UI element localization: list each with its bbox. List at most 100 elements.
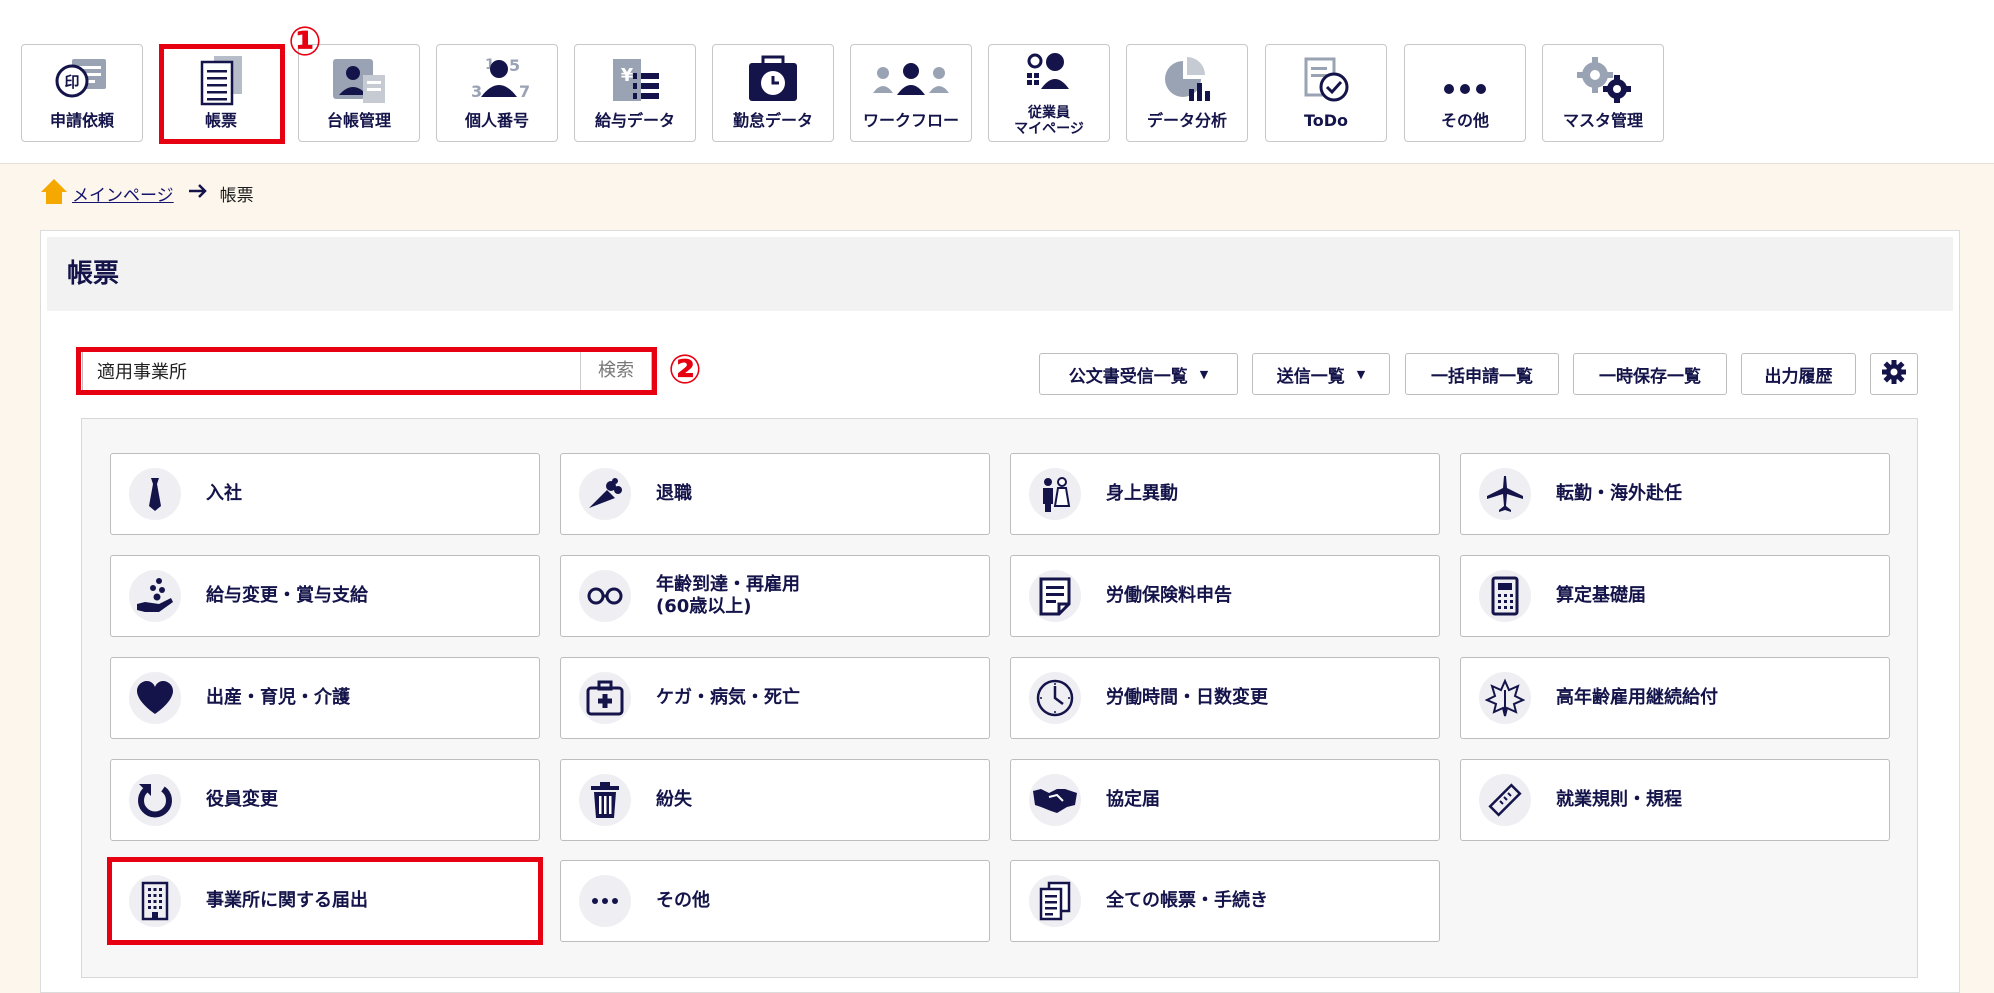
category-tile[interactable]: 出産・育児・介護: [110, 657, 540, 739]
breadcrumb: メインページ 帳票: [40, 178, 254, 208]
form-icon: [1029, 570, 1081, 622]
refresh-icon: [129, 774, 181, 826]
nav-label: ワークフロー: [862, 111, 959, 130]
nav-request[interactable]: 印 申請依頼: [21, 44, 143, 142]
nav-label: 帳票: [204, 111, 237, 130]
category-tile[interactable]: 転勤・海外赴任: [1460, 453, 1890, 535]
nav-workflow[interactable]: ワークフロー: [850, 44, 972, 142]
document-icon: [161, 55, 281, 106]
svg-text:印: 印: [64, 73, 79, 91]
caret-down-icon: ▼: [1199, 367, 1209, 381]
category-label: ケガ・病気・死亡: [656, 687, 800, 708]
category-label: その他: [656, 890, 710, 911]
search-input[interactable]: [83, 351, 583, 391]
more-icon: [1405, 55, 1525, 105]
coins-hand-icon: [129, 570, 181, 622]
caret-down-icon: ▼: [1356, 367, 1366, 381]
category-tile[interactable]: 算定基礎届: [1460, 555, 1890, 637]
nav-label: 申請依頼: [49, 111, 114, 130]
category-tile[interactable]: 全ての帳票・手続き: [1010, 860, 1440, 942]
handshake-icon: [1029, 774, 1081, 826]
workflow-icon: [851, 55, 971, 105]
documents-icon: [1029, 875, 1081, 927]
category-tile[interactable]: 労働保険料申告: [1010, 555, 1440, 637]
category-tile[interactable]: 高年齢雇用継続給付: [1460, 657, 1890, 739]
nav-analytics[interactable]: データ分析: [1126, 44, 1248, 142]
nav-attendance[interactable]: 勤怠データ: [712, 44, 834, 142]
leaf-icon: [1479, 672, 1531, 724]
nav-todo[interactable]: ToDo: [1265, 44, 1387, 142]
settings-button[interactable]: [1870, 353, 1918, 395]
category-tile[interactable]: 就業規則・規程: [1460, 759, 1890, 841]
output-history-button[interactable]: 出力履歴: [1741, 353, 1856, 395]
received-label: 公文書受信一覧: [1068, 366, 1188, 387]
category-tile[interactable]: 役員変更: [110, 759, 540, 841]
chart-icon: [1127, 55, 1247, 105]
category-label: 役員変更: [206, 789, 278, 810]
arrow-right-icon: [188, 183, 208, 204]
category-tile[interactable]: 身上異動: [1010, 453, 1440, 535]
annotation-marker-2: ②: [668, 347, 702, 393]
todo-icon: [1266, 55, 1386, 105]
nav-other[interactable]: その他: [1404, 44, 1526, 142]
svg-text:¥: ¥: [621, 65, 634, 86]
building-icon: [129, 875, 181, 927]
bulk-request-list-button[interactable]: 一括申請一覧: [1405, 353, 1559, 395]
nav-label: 個人番号: [464, 111, 529, 130]
svg-text:3: 3: [471, 82, 482, 101]
sent-label: 送信一覧: [1276, 366, 1345, 387]
panel-header: 帳票: [47, 237, 1953, 311]
person-number-icon: 1537: [437, 55, 557, 105]
temp-saved-list-button[interactable]: 一時保存一覧: [1573, 353, 1727, 395]
category-tile[interactable]: 協定届: [1010, 759, 1440, 841]
glasses-icon: [579, 570, 631, 622]
received-documents-dropdown[interactable]: 公文書受信一覧 ▼: [1039, 353, 1238, 395]
category-label: 事業所に関する届出: [206, 890, 368, 911]
nav-forms[interactable]: 帳票: [160, 44, 282, 142]
salary-icon: ¥: [575, 55, 695, 105]
category-label: 労働保険料申告: [1106, 585, 1232, 606]
search-button[interactable]: 検索: [580, 351, 651, 391]
nav-personal-number[interactable]: 1537 個人番号: [436, 44, 558, 142]
calculator-icon: [1479, 570, 1531, 622]
category-tile[interactable]: ケガ・病気・死亡: [560, 657, 990, 739]
nav-employee-page[interactable]: 従業員 マイページ: [988, 44, 1110, 142]
category-label: 転勤・海外赴任: [1556, 483, 1682, 504]
category-tile[interactable]: 事業所に関する届出: [110, 860, 540, 942]
category-tile[interactable]: その他: [560, 860, 990, 942]
nav-salary[interactable]: ¥ 給与データ: [574, 44, 696, 142]
category-tile[interactable]: 紛失: [560, 759, 990, 841]
airplane-icon: [1479, 468, 1531, 520]
nav-label: ToDo: [1303, 111, 1349, 130]
category-tile[interactable]: 退職: [560, 453, 990, 535]
nav-label: 従業員 マイページ: [1014, 105, 1084, 137]
breadcrumb-current: 帳票: [219, 185, 254, 206]
nav-label: その他: [1440, 111, 1489, 130]
category-label: 身上異動: [1106, 483, 1178, 504]
category-tile[interactable]: 給与変更・賞与支給: [110, 555, 540, 637]
category-label: 高年齢雇用継続給付: [1556, 687, 1718, 708]
couple-icon: [1029, 468, 1081, 520]
bouquet-icon: [579, 468, 631, 520]
category-label: 就業規則・規程: [1556, 789, 1682, 810]
sent-list-dropdown[interactable]: 送信一覧 ▼: [1252, 353, 1390, 395]
nav-label: 勤怠データ: [732, 111, 813, 130]
category-label: 年齢到達・再雇用 (60歳以上): [656, 574, 800, 617]
category-label: 算定基礎届: [1556, 585, 1646, 606]
category-label: 給与変更・賞与支給: [206, 585, 368, 606]
nav-label: データ分析: [1146, 111, 1227, 130]
category-label: 協定届: [1106, 789, 1160, 810]
category-label: 労働時間・日数変更: [1106, 687, 1268, 708]
heart-icon: [129, 672, 181, 724]
gear-icon: [1881, 359, 1907, 390]
category-tile[interactable]: 年齢到達・再雇用 (60歳以上): [560, 555, 990, 637]
category-tile[interactable]: 入社: [110, 453, 540, 535]
nav-label: 給与データ: [594, 111, 675, 130]
category-tile[interactable]: 労働時間・日数変更: [1010, 657, 1440, 739]
first-aid-icon: [579, 672, 631, 724]
breadcrumb-home-link[interactable]: メインページ: [72, 181, 174, 206]
employee-page-icon: [989, 51, 1109, 93]
attendance-icon: [713, 55, 833, 105]
nav-master[interactable]: マスタ管理: [1542, 44, 1664, 142]
home-icon[interactable]: [40, 177, 68, 210]
